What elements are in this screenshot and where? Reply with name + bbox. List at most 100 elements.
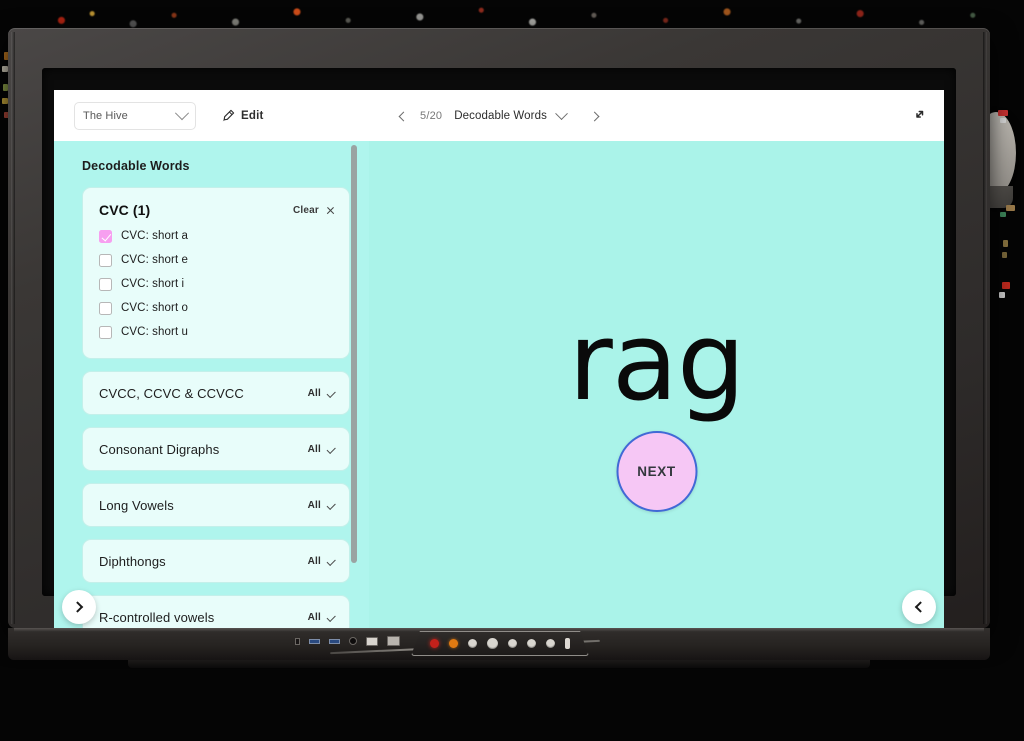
hardware-button-icon[interactable] <box>527 639 536 648</box>
sidebar-title: Decodable Words <box>82 159 190 173</box>
filter-group-name: R-controlled vowels <box>99 609 215 625</box>
hardware-button-icon[interactable] <box>546 639 555 648</box>
ambient-speck <box>1003 240 1008 247</box>
hardware-button-icon[interactable] <box>468 639 477 648</box>
usb-port-icon <box>329 638 340 644</box>
close-x-icon <box>326 206 335 215</box>
ambient-speck <box>999 292 1005 298</box>
filter-group-all-state[interactable]: All <box>307 555 336 567</box>
app-toolbar: The Hive Edit 5/20 Decodable Words <box>54 90 944 141</box>
pencil-marker-icon <box>222 109 235 122</box>
filter-group-all-state[interactable]: All <box>307 611 336 623</box>
collapse-diagonal-arrows-icon[interactable] <box>908 104 930 126</box>
filter-group-diphthongs[interactable]: Diphthongs All <box>82 539 350 583</box>
check-tick-icon <box>326 388 336 398</box>
filter-group-consonant-digraphs[interactable]: Consonant Digraphs All <box>82 427 350 471</box>
power-button-icon[interactable] <box>430 639 439 648</box>
checkbox-row[interactable]: CVC: short u <box>99 320 335 344</box>
bezel-edge-right <box>983 32 987 624</box>
io-ports <box>295 636 400 646</box>
checkbox-label: CVC: short e <box>121 254 189 266</box>
sidebar-scroll-content: CVC (1) Clear CVC: short a CVC: short e … <box>82 187 355 632</box>
checkbox-unchecked-icon[interactable] <box>99 277 112 291</box>
next-button-label: NEXT <box>637 464 676 479</box>
chevron-left-icon <box>914 601 927 613</box>
edit-button[interactable]: Edit <box>209 102 276 130</box>
checkbox-label: CVC: short u <box>121 326 189 338</box>
all-label: All <box>307 611 321 623</box>
checkbox-unchecked-icon[interactable] <box>99 253 112 267</box>
all-label: All <box>307 387 321 399</box>
class-selector-value: The Hive <box>83 110 128 122</box>
filter-group-all-state[interactable]: All <box>307 387 336 399</box>
checkbox-row[interactable]: CVC: short a <box>99 224 335 248</box>
checkbox-checked-icon[interactable] <box>99 229 112 243</box>
usb-port-icon <box>309 638 320 644</box>
display-stand-foot <box>128 660 870 668</box>
filter-group-name: CVC (1) <box>99 202 151 218</box>
sensor-slot-icon <box>565 638 570 649</box>
class-selector[interactable]: The Hive <box>74 102 196 130</box>
checkbox-label: CVC: short i <box>121 278 185 290</box>
hardware-button-icon[interactable] <box>487 638 498 649</box>
port-icon <box>295 637 300 645</box>
hardware-control-panel[interactable] <box>411 631 589 656</box>
checkbox-unchecked-icon[interactable] <box>99 325 112 339</box>
ambient-speck <box>1000 212 1006 217</box>
filter-group-cvc: CVC (1) Clear CVC: short a CVC: short e … <box>82 187 350 359</box>
hardware-button-icon[interactable] <box>508 639 517 648</box>
checkbox-row[interactable]: CVC: short i <box>99 272 335 296</box>
word-stage: rag NEXT <box>369 141 944 632</box>
filter-group-name: Long Vowels <box>99 497 174 513</box>
expand-sidebar-button[interactable] <box>62 590 96 624</box>
network-port-icon <box>387 636 400 646</box>
filter-group-header: CVC (1) Clear <box>99 202 335 218</box>
check-tick-icon <box>326 500 336 510</box>
checkbox-label: CVC: short a <box>121 230 189 242</box>
ambient-speck <box>1002 252 1007 258</box>
display-chassis <box>8 628 990 660</box>
ambient-speck <box>1002 282 1010 289</box>
check-tick-icon <box>326 556 336 566</box>
checkbox-unchecked-icon[interactable] <box>99 301 112 315</box>
filter-group-long-vowels[interactable]: Long Vowels All <box>82 483 350 527</box>
check-tick-icon <box>326 444 336 454</box>
filter-group-r-controlled-vowels[interactable]: R-controlled vowels All <box>82 595 350 632</box>
sidebar-scrollbar-thumb[interactable] <box>351 145 357 563</box>
all-label: All <box>307 443 321 455</box>
screen-content: The Hive Edit 5/20 Decodable Words Decod… <box>54 90 944 632</box>
checkbox-label: CVC: short o <box>121 302 189 314</box>
checkbox-row[interactable]: CVC: short o <box>99 296 335 320</box>
clear-filter-button[interactable]: Clear <box>293 205 335 216</box>
all-label: All <box>307 499 321 511</box>
filter-group-cvcc[interactable]: CVCC, CCVC & CCVCC All <box>82 371 350 415</box>
clear-label: Clear <box>292 204 319 216</box>
status-indicator-icon <box>449 639 458 648</box>
filter-group-name: Consonant Digraphs <box>99 441 220 457</box>
chevron-down-icon <box>174 106 190 121</box>
next-word-button[interactable]: NEXT <box>616 431 697 512</box>
filter-group-name: Diphthongs <box>99 553 166 569</box>
all-label: All <box>307 555 321 567</box>
bezel-edge-left <box>11 32 15 624</box>
filter-group-name: CVCC, CCVC & CCVCC <box>99 385 244 401</box>
filter-group-all-state[interactable]: All <box>307 499 336 511</box>
decodable-word: rag <box>568 299 745 425</box>
filter-group-all-state[interactable]: All <box>307 443 336 455</box>
audio-jack-icon <box>349 637 357 645</box>
chevron-right-icon <box>71 601 84 613</box>
deck-navigation: 5/20 Decodable Words <box>392 104 606 128</box>
open-panel-button[interactable] <box>902 590 936 624</box>
deck-title: Decodable Words <box>454 110 547 122</box>
check-tick-icon <box>326 612 336 622</box>
chevron-left-icon[interactable] <box>392 104 414 128</box>
chevron-down-icon[interactable] <box>555 106 568 120</box>
interactive-display-unit: The Hive Edit 5/20 Decodable Words Decod… <box>8 28 990 668</box>
app-body: Decodable Words CVC (1) Clear CVC: short… <box>54 141 944 632</box>
edit-button-label: Edit <box>241 110 264 122</box>
checkbox-row[interactable]: CVC: short e <box>99 248 335 272</box>
ambient-speck <box>1006 205 1015 211</box>
chevron-right-icon[interactable] <box>584 104 606 128</box>
hdmi-port-icon <box>366 636 378 646</box>
page-counter: 5/20 <box>420 110 443 122</box>
